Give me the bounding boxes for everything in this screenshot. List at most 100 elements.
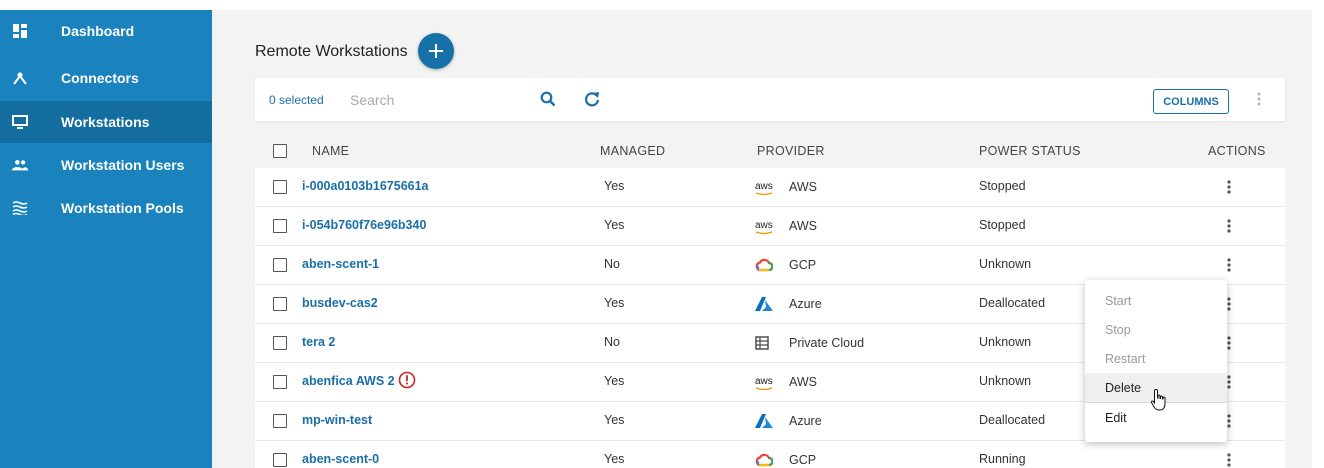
- workstation-name-cell: abenfica AWS 2: [302, 371, 416, 389]
- aws-icon: aws: [755, 179, 779, 196]
- dashboard-icon: [12, 23, 28, 39]
- aws-icon: aws: [755, 218, 779, 235]
- provider-label: AWS: [789, 375, 818, 389]
- azure-icon: [755, 413, 779, 429]
- add-workstation-button[interactable]: [418, 33, 454, 69]
- row-checkbox[interactable]: [273, 453, 287, 467]
- table-row: i-000a0103b1675661a Yes aws AWS Stopped: [255, 168, 1285, 207]
- provider-cell: Azure: [755, 296, 822, 312]
- power-status: Stopped: [979, 179, 1026, 193]
- sidebar-item-label: Workstation Pools: [61, 200, 184, 216]
- power-status: Unknown: [979, 335, 1032, 349]
- row-actions-icon[interactable]: [1227, 374, 1231, 395]
- power-status: Deallocated: [979, 413, 1046, 427]
- sidebar-item-label: Workstations: [61, 114, 150, 130]
- power-status: Stopped: [979, 218, 1026, 232]
- managed-value: Yes: [604, 179, 625, 193]
- workstation-name-link[interactable]: i-054b760f76e96b340: [302, 218, 426, 232]
- sidebar-item-label: Connectors: [61, 70, 139, 86]
- sidebar-item-label: Workstation Users: [61, 157, 185, 173]
- column-header-name[interactable]: NAME: [312, 144, 349, 158]
- power-status: Running: [979, 452, 1026, 466]
- managed-value: No: [604, 257, 620, 271]
- workstation-name-link[interactable]: i-000a0103b1675661a: [302, 179, 429, 193]
- table-row: i-054b760f76e96b340 Yes aws AWS Stopped: [255, 207, 1285, 246]
- table-header: NAME MANAGED PROVIDER POWER STATUS ACTIO…: [255, 134, 1285, 168]
- menu-item-restart[interactable]: Restart: [1085, 344, 1227, 373]
- plus-icon: [429, 44, 443, 58]
- table-row: aben-scent-0 Yes GCP Running: [255, 441, 1285, 468]
- provider-cell: aws AWS: [755, 374, 818, 391]
- provider-cell: aws AWS: [755, 179, 818, 196]
- column-header-power-status[interactable]: POWER STATUS: [979, 144, 1081, 158]
- workstation-name-link[interactable]: aben-scent-1: [302, 257, 379, 271]
- provider-cell: Private Cloud: [755, 335, 864, 351]
- provider-label: Private Cloud: [789, 336, 865, 350]
- row-actions-icon[interactable]: [1227, 413, 1231, 434]
- search-icon[interactable]: [540, 91, 556, 112]
- row-checkbox[interactable]: [273, 375, 287, 389]
- azure-icon: [755, 296, 779, 312]
- provider-label: AWS: [789, 180, 818, 194]
- sidebar-item-workstation-pools[interactable]: Workstation Pools: [0, 187, 212, 229]
- workstation-name-link[interactable]: abenfica AWS 2: [302, 374, 395, 388]
- provider-label: GCP: [789, 453, 817, 467]
- row-actions-icon[interactable]: [1227, 179, 1231, 200]
- row-checkbox[interactable]: [273, 414, 287, 428]
- workstation-name-link[interactable]: aben-scent-0: [302, 452, 379, 466]
- sidebar-item-connectors[interactable]: Connectors: [0, 57, 212, 99]
- users-icon: [12, 157, 28, 173]
- row-actions-icon[interactable]: [1227, 257, 1231, 278]
- workstation-name-link[interactable]: mp-win-test: [302, 413, 372, 427]
- row-checkbox[interactable]: [273, 297, 287, 311]
- sidebar-item-dashboard[interactable]: Dashboard: [0, 10, 212, 52]
- column-header-provider[interactable]: PROVIDER: [757, 144, 825, 158]
- select-all-checkbox[interactable]: [273, 144, 287, 158]
- provider-label: Azure: [789, 297, 822, 311]
- warning-icon[interactable]: [398, 371, 416, 389]
- row-checkbox[interactable]: [273, 219, 287, 233]
- page-title: Remote Workstations: [255, 42, 408, 60]
- sidebar-item-workstations[interactable]: Workstations: [0, 101, 212, 143]
- row-checkbox[interactable]: [273, 258, 287, 272]
- sidebar-item-label: Dashboard: [61, 23, 135, 39]
- menu-item-start[interactable]: Start: [1085, 286, 1227, 315]
- workstation-name-link[interactable]: tera 2: [302, 335, 335, 349]
- pools-icon: [12, 200, 28, 216]
- monitor-icon: [12, 114, 28, 130]
- provider-cell: GCP: [755, 257, 816, 273]
- row-actions-menu: Start Stop Restart Delete Edit: [1085, 280, 1227, 442]
- sidebar: Dashboard Connectors Workstations Workst…: [0, 10, 212, 468]
- power-status: Deallocated: [979, 296, 1046, 310]
- gcp-icon: [755, 257, 779, 273]
- managed-value: Yes: [604, 296, 625, 310]
- refresh-icon[interactable]: [584, 91, 600, 112]
- gcp-icon: [755, 452, 779, 468]
- row-checkbox[interactable]: [273, 180, 287, 194]
- provider-label: GCP: [789, 258, 817, 272]
- power-status: Unknown: [979, 374, 1032, 388]
- power-status: Unknown: [979, 257, 1032, 271]
- page-header: Remote Workstations: [255, 34, 408, 66]
- managed-value: Yes: [604, 413, 625, 427]
- menu-item-stop[interactable]: Stop: [1085, 315, 1227, 344]
- row-actions-icon[interactable]: [1227, 218, 1231, 239]
- provider-label: AWS: [789, 219, 818, 233]
- aws-icon: aws: [755, 374, 779, 391]
- row-actions-icon[interactable]: [1227, 452, 1231, 468]
- more-options-icon[interactable]: [1257, 91, 1261, 112]
- table-toolbar: 0 selected COLUMNS: [255, 78, 1285, 121]
- selected-count: 0 selected: [269, 92, 324, 107]
- sidebar-item-workstation-users[interactable]: Workstation Users: [0, 144, 212, 186]
- row-actions-icon[interactable]: [1227, 335, 1231, 356]
- server-icon: [755, 335, 779, 351]
- row-checkbox[interactable]: [273, 336, 287, 350]
- workstation-name-link[interactable]: busdev-cas2: [302, 296, 378, 310]
- columns-button[interactable]: COLUMNS: [1153, 89, 1229, 114]
- hand-cursor-icon: [1150, 388, 1168, 417]
- row-actions-icon[interactable]: [1227, 296, 1231, 317]
- column-header-actions: ACTIONS: [1208, 144, 1266, 158]
- column-header-managed[interactable]: MANAGED: [600, 144, 665, 158]
- search-input[interactable]: [350, 89, 530, 111]
- connectors-icon: [12, 70, 28, 86]
